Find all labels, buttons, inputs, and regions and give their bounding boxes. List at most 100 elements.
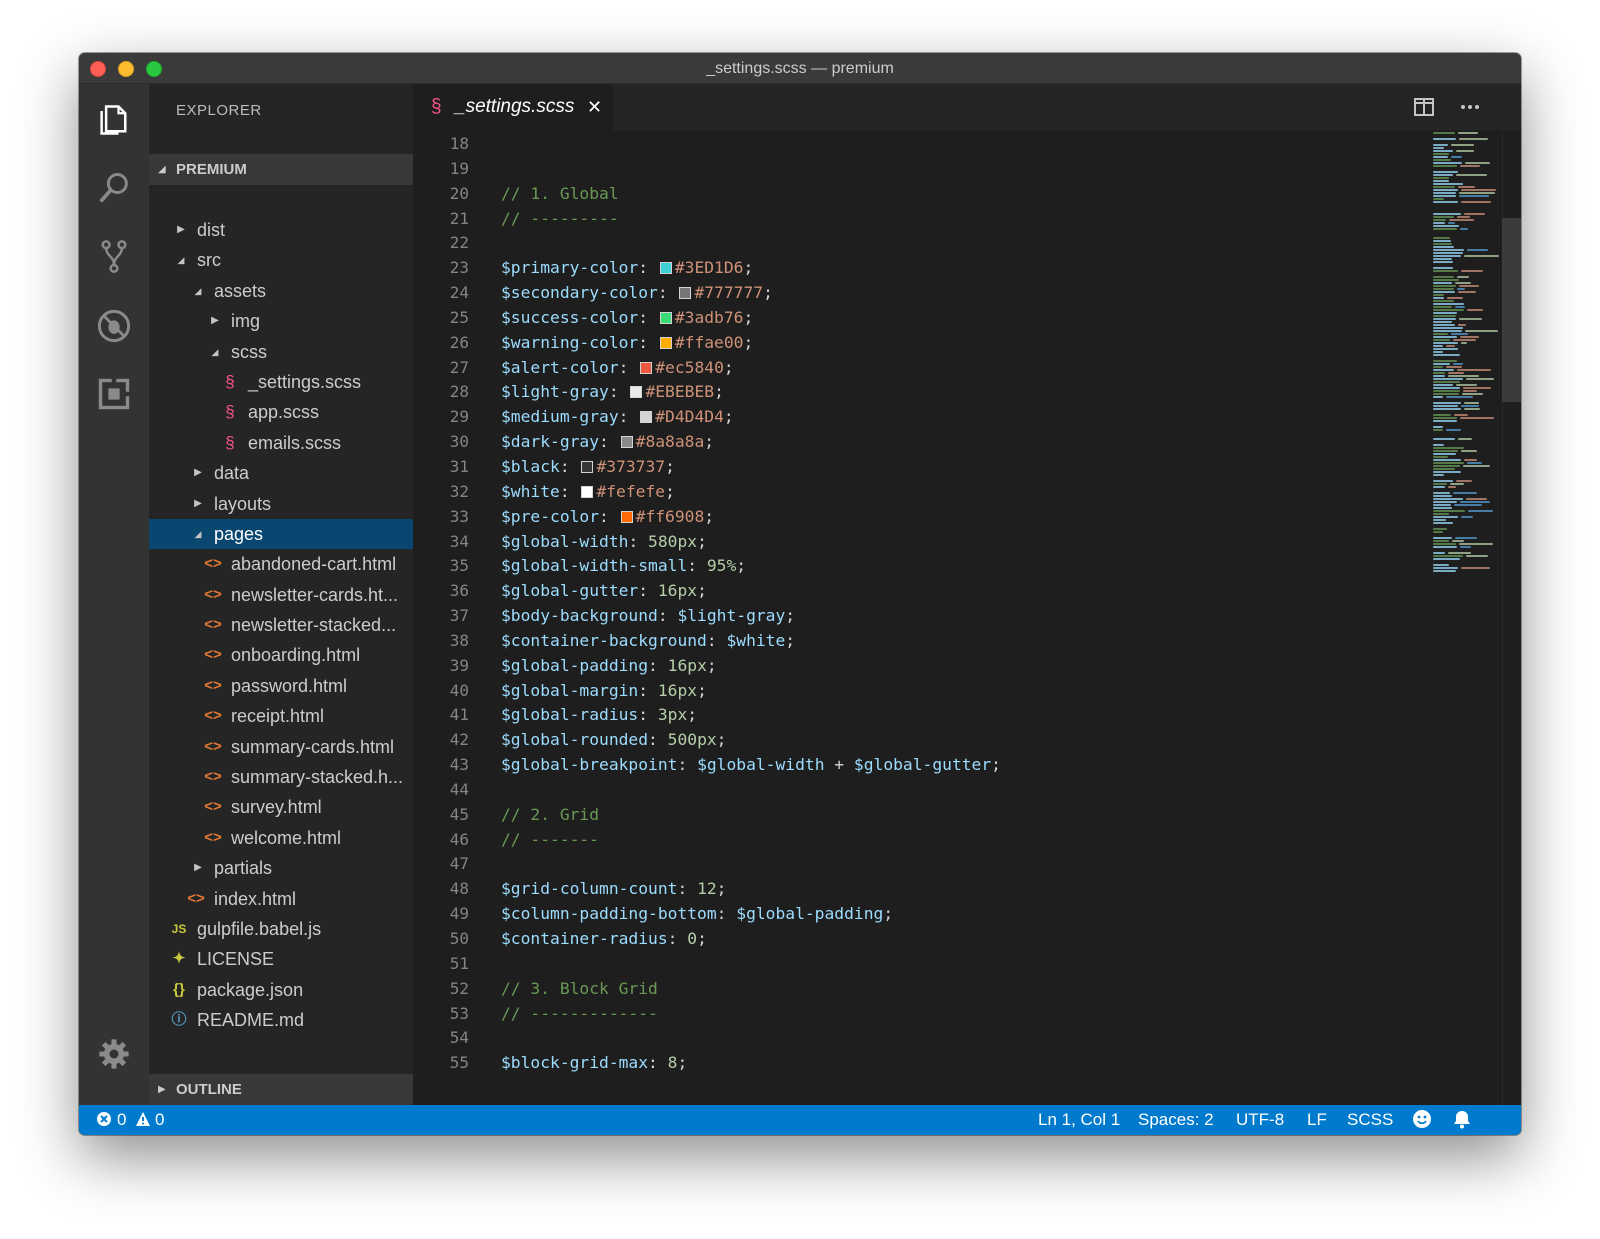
tree-folder[interactable]: ◢ src: [149, 245, 413, 275]
close-icon[interactable]: ✕: [587, 84, 602, 130]
code-line[interactable]: [501, 1026, 1401, 1051]
color-swatch[interactable]: [659, 336, 672, 349]
cursor-position[interactable]: Ln 1, Col 1: [1038, 1105, 1120, 1135]
tree-file[interactable]: <> index.html: [149, 884, 413, 914]
split-editor-icon[interactable]: [1413, 96, 1435, 124]
tree-file[interactable]: § _settings.scss: [149, 367, 413, 397]
encoding[interactable]: UTF-8: [1236, 1105, 1284, 1135]
tree-file[interactable]: ✦ LICENSE: [149, 944, 413, 974]
scrollbar-thumb[interactable]: [1502, 218, 1521, 402]
tree-file[interactable]: <> survey.html: [149, 792, 413, 822]
code-line[interactable]: $white: #fefefe;: [501, 480, 1401, 505]
error-icon[interactable]: [96, 1105, 112, 1135]
code-line[interactable]: $global-width-small: 95%;: [501, 554, 1401, 579]
code-line[interactable]: $global-gutter: 16px;: [501, 579, 1401, 604]
tree-folder[interactable]: ▶ dist: [149, 215, 413, 245]
bell-icon[interactable]: [1453, 1105, 1471, 1135]
code-line[interactable]: [501, 852, 1401, 877]
color-swatch[interactable]: [659, 262, 672, 275]
color-swatch[interactable]: [620, 436, 633, 449]
tree-file[interactable]: § emails.scss: [149, 428, 413, 458]
code-line[interactable]: $container-background: $white;: [501, 629, 1401, 654]
code-line[interactable]: // ---------: [501, 207, 1401, 232]
indentation[interactable]: Spaces: 2: [1138, 1105, 1214, 1135]
outline-header[interactable]: ▶ OUTLINE: [149, 1074, 413, 1105]
code-line[interactable]: $global-breakpoint: $global-width + $glo…: [501, 753, 1401, 778]
color-swatch[interactable]: [679, 287, 692, 300]
code-line[interactable]: [501, 778, 1401, 803]
tree-folder[interactable]: ▶ data: [149, 458, 413, 488]
code-line[interactable]: // 2. Grid: [501, 803, 1401, 828]
color-swatch[interactable]: [620, 510, 633, 523]
color-swatch[interactable]: [581, 485, 594, 498]
source-control-icon[interactable]: [92, 234, 136, 278]
code-line[interactable]: [501, 157, 1401, 182]
language-mode[interactable]: SCSS: [1347, 1105, 1393, 1135]
gear-icon[interactable]: [92, 1032, 136, 1076]
folder-root-header[interactable]: ◢ PREMIUM: [149, 154, 413, 185]
code-line[interactable]: $global-margin: 16px;: [501, 679, 1401, 704]
code-line[interactable]: $grid-column-count: 12;: [501, 877, 1401, 902]
code-line[interactable]: $body-background: $light-gray;: [501, 604, 1401, 629]
code-line[interactable]: $container-radius: 0;: [501, 927, 1401, 952]
code-line[interactable]: $primary-color: #3ED1D6;: [501, 256, 1401, 281]
tree-folder[interactable]: ▶ partials: [149, 853, 413, 883]
code-line[interactable]: // 3. Block Grid: [501, 977, 1401, 1002]
tree-folder[interactable]: ▶ layouts: [149, 489, 413, 519]
code-line[interactable]: $global-padding: 16px;: [501, 654, 1401, 679]
tree-file[interactable]: <> summary-cards.html: [149, 732, 413, 762]
code-line[interactable]: $medium-gray: #D4D4D4;: [501, 405, 1401, 430]
code-line[interactable]: $global-rounded: 500px;: [501, 728, 1401, 753]
code-line[interactable]: $column-padding-bottom: $global-padding;: [501, 902, 1401, 927]
tree-file[interactable]: <> abandoned-cart.html: [149, 549, 413, 579]
color-swatch[interactable]: [581, 460, 594, 473]
tree-file[interactable]: <> onboarding.html: [149, 640, 413, 670]
error-count[interactable]: 0: [117, 1105, 126, 1135]
tree-file[interactable]: ⓘ README.md: [149, 1005, 413, 1035]
tab-settings-scss[interactable]: § _settings.scss ✕: [413, 84, 613, 130]
code-line[interactable]: // -------: [501, 828, 1401, 853]
code-line[interactable]: $dark-gray: #8a8a8a;: [501, 430, 1401, 455]
color-swatch[interactable]: [640, 361, 653, 374]
tree-folder[interactable]: ▶ img: [149, 306, 413, 336]
code-line[interactable]: $alert-color: #ec5840;: [501, 356, 1401, 381]
debug-icon[interactable]: [92, 304, 136, 348]
tree-file[interactable]: § app.scss: [149, 397, 413, 427]
warning-icon[interactable]: [135, 1105, 151, 1135]
code-line[interactable]: $global-radius: 3px;: [501, 703, 1401, 728]
code-line[interactable]: // -------------: [501, 1002, 1401, 1027]
code-line[interactable]: [501, 231, 1401, 256]
search-icon[interactable]: [92, 166, 136, 210]
tree-file[interactable]: <> welcome.html: [149, 823, 413, 853]
code-line[interactable]: $success-color: #3adb76;: [501, 306, 1401, 331]
files-icon[interactable]: [92, 98, 136, 142]
tree-file[interactable]: <> summary-stacked.h...: [149, 762, 413, 792]
code-line[interactable]: [501, 952, 1401, 977]
smiley-icon[interactable]: [1412, 1105, 1432, 1135]
code-line[interactable]: $warning-color: #ffae00;: [501, 331, 1401, 356]
tree-folder[interactable]: ◢ scss: [149, 337, 413, 367]
more-icon[interactable]: [1459, 96, 1481, 124]
tree-file[interactable]: <> newsletter-stacked...: [149, 610, 413, 640]
tree-file[interactable]: <> password.html: [149, 671, 413, 701]
tree-file[interactable]: {} package.json: [149, 975, 413, 1005]
tree-file[interactable]: JS gulpfile.babel.js: [149, 914, 413, 944]
color-swatch[interactable]: [630, 386, 643, 399]
warning-count[interactable]: 0: [155, 1105, 164, 1135]
code-line[interactable]: $pre-color: #ff6908;: [501, 505, 1401, 530]
tree-folder[interactable]: ◢ pages: [149, 518, 413, 550]
tree-file[interactable]: <> newsletter-cards.ht...: [149, 580, 413, 610]
tree-folder[interactable]: ◢ assets: [149, 276, 413, 306]
color-swatch[interactable]: [659, 311, 672, 324]
code-editor[interactable]: // 1. Global // --------- $primary-color: …: [501, 132, 1401, 1076]
tree-file[interactable]: <> receipt.html: [149, 701, 413, 731]
code-line[interactable]: $secondary-color: #777777;: [501, 281, 1401, 306]
code-line[interactable]: $black: #373737;: [501, 455, 1401, 480]
code-line[interactable]: $block-grid-max: 8;: [501, 1051, 1401, 1076]
code-line[interactable]: $global-width: 580px;: [501, 530, 1401, 555]
color-swatch[interactable]: [640, 411, 653, 424]
line-ending[interactable]: LF: [1307, 1105, 1327, 1135]
code-line[interactable]: $light-gray: #EBEBEB;: [501, 380, 1401, 405]
extensions-icon[interactable]: [92, 372, 136, 416]
code-line[interactable]: [501, 132, 1401, 157]
